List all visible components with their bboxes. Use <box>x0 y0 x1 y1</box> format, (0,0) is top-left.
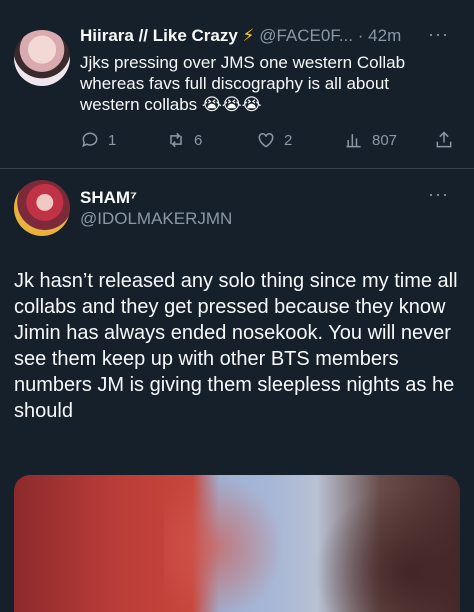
more-options-icon[interactable]: ··· <box>428 24 449 45</box>
display-name[interactable]: Hiirara // Like Crazy <box>80 26 238 45</box>
retweet-icon <box>170 132 182 148</box>
views-button[interactable]: 807 <box>344 130 397 150</box>
reply-tweet[interactable]: Hiirara // Like Crazy ⚡ @FACE0F... · 42m… <box>0 0 474 170</box>
handle[interactable]: @IDOLMAKERJMN <box>80 209 232 229</box>
like-count: 2 <box>284 131 293 149</box>
reply-icon <box>82 132 98 148</box>
reply-count: 1 <box>108 131 117 149</box>
share-button[interactable] <box>434 130 454 150</box>
like-button[interactable]: 2 <box>256 130 292 150</box>
retweet-button[interactable]: 6 <box>166 130 202 150</box>
handle[interactable]: @FACE0F... <box>259 26 353 45</box>
view-count: 807 <box>372 131 398 149</box>
tweet-media-image[interactable] <box>14 475 460 612</box>
reply-button[interactable]: 1 <box>80 130 116 150</box>
tweet-text: Jjks pressing over JMS one western Colla… <box>80 53 406 114</box>
lightning-emoji: ⚡ <box>242 26 255 45</box>
views-icon <box>346 134 361 148</box>
action-bar: 1 6 2 807 <box>80 130 460 152</box>
tweet-text: Jk hasn’t released any solo thing since … <box>14 270 458 422</box>
divider <box>0 168 474 169</box>
tweet-header: Hiirara // Like Crazy ⚡ @FACE0F... · 42m <box>80 26 401 46</box>
avatar[interactable] <box>14 30 70 86</box>
avatar[interactable] <box>14 180 70 236</box>
retweet-count: 6 <box>194 131 203 149</box>
image-region <box>164 475 284 612</box>
heart-icon <box>258 132 274 148</box>
more-options-icon[interactable]: ··· <box>428 184 449 205</box>
timestamp[interactable]: 42m <box>368 26 401 45</box>
share-icon <box>436 131 452 148</box>
image-region <box>314 485 460 612</box>
separator: · <box>357 26 364 45</box>
display-name[interactable]: SHAM⁷ <box>80 188 137 208</box>
